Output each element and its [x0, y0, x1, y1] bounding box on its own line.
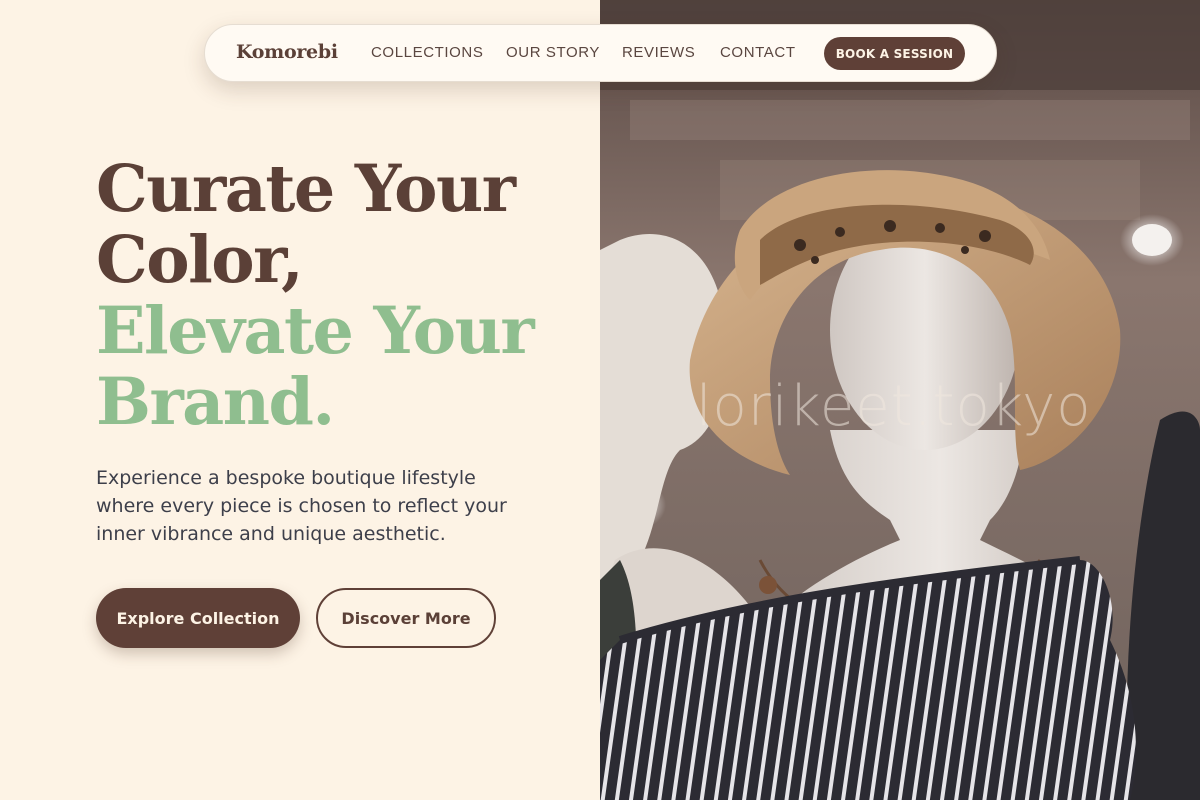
headline-line-1: Curate Your [96, 151, 516, 227]
brand-logo[interactable]: Komorebi [236, 41, 338, 63]
headline-line-4: Brand. [96, 364, 335, 440]
hero-description: Experience a bespoke boutique lifestyle … [96, 467, 507, 545]
hero-headline: Curate Your Color, Elevate Your Brand. [96, 154, 566, 438]
nav-link-reviews[interactable]: REVIEWS [622, 44, 695, 61]
headline-line-2: Color, [96, 222, 304, 298]
image-watermark: lorikeet.tokyo [696, 374, 1092, 439]
nav-link-contact[interactable]: CONTACT [720, 44, 796, 61]
explore-collection-button[interactable]: Explore Collection [96, 588, 300, 648]
nav-link-our-story[interactable]: OUR STORY [506, 44, 600, 61]
top-navbar: Komorebi COLLECTIONS OUR STORY REVIEWS C… [204, 24, 997, 82]
book-session-button[interactable]: BOOK A SESSION [824, 37, 965, 70]
headline-line-3: Elevate Your [96, 293, 535, 369]
nav-link-collections[interactable]: COLLECTIONS [371, 44, 483, 61]
discover-more-button[interactable]: Discover More [316, 588, 496, 648]
hero-image-mannequin: lorikeet.tokyo [600, 0, 1200, 800]
